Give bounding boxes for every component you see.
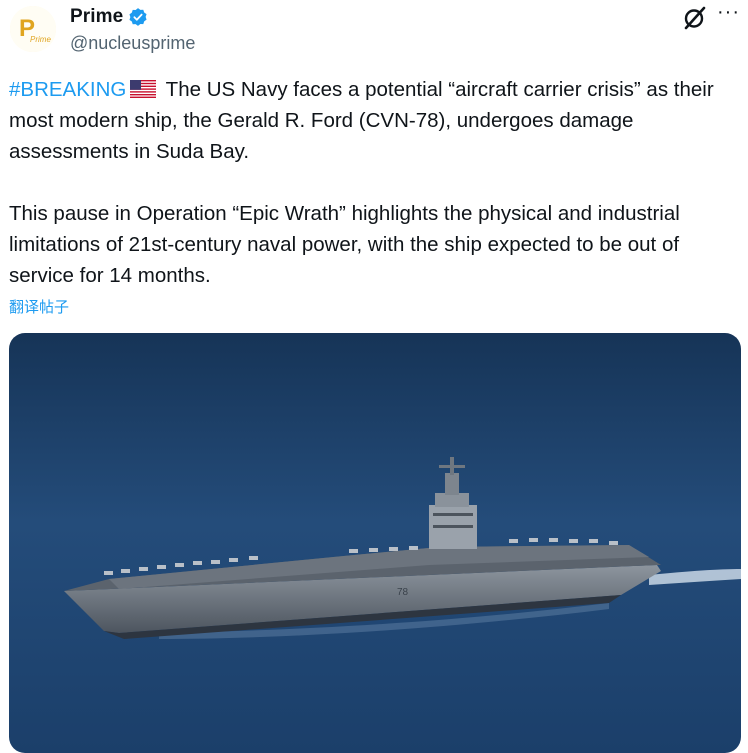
more-options-button[interactable]: ··· — [717, 2, 740, 22]
author-handle[interactable]: @nucleusprime — [70, 33, 195, 54]
prime-logo-icon: P Prime — [10, 6, 56, 52]
grok-slash-icon[interactable] — [682, 6, 708, 30]
verified-badge-icon — [129, 8, 147, 26]
us-flag-icon — [130, 80, 157, 98]
tweet-media-image[interactable]: 78 — [9, 333, 741, 753]
tweet-text: #BREAKING The US Navy faces a potential … — [9, 74, 743, 291]
hashtag-link[interactable]: #BREAKING — [9, 78, 126, 101]
tweet-header: P Prime Prime @nucleusprime ··· — [0, 0, 748, 70]
author-display-name[interactable]: Prime — [70, 6, 123, 28]
author-name-row: Prime — [70, 6, 148, 28]
svg-text:78: 78 — [397, 587, 409, 598]
translate-post-link[interactable]: 翻译帖子 — [9, 296, 69, 317]
svg-text:Prime: Prime — [30, 35, 51, 44]
tweet-paragraph-1: #BREAKING The US Navy faces a potential … — [9, 74, 743, 167]
tweet-paragraph-2: This pause in Operation “Epic Wrath” hig… — [9, 202, 680, 287]
carrier-photo: 78 — [9, 333, 741, 753]
avatar[interactable]: P Prime — [10, 6, 56, 52]
